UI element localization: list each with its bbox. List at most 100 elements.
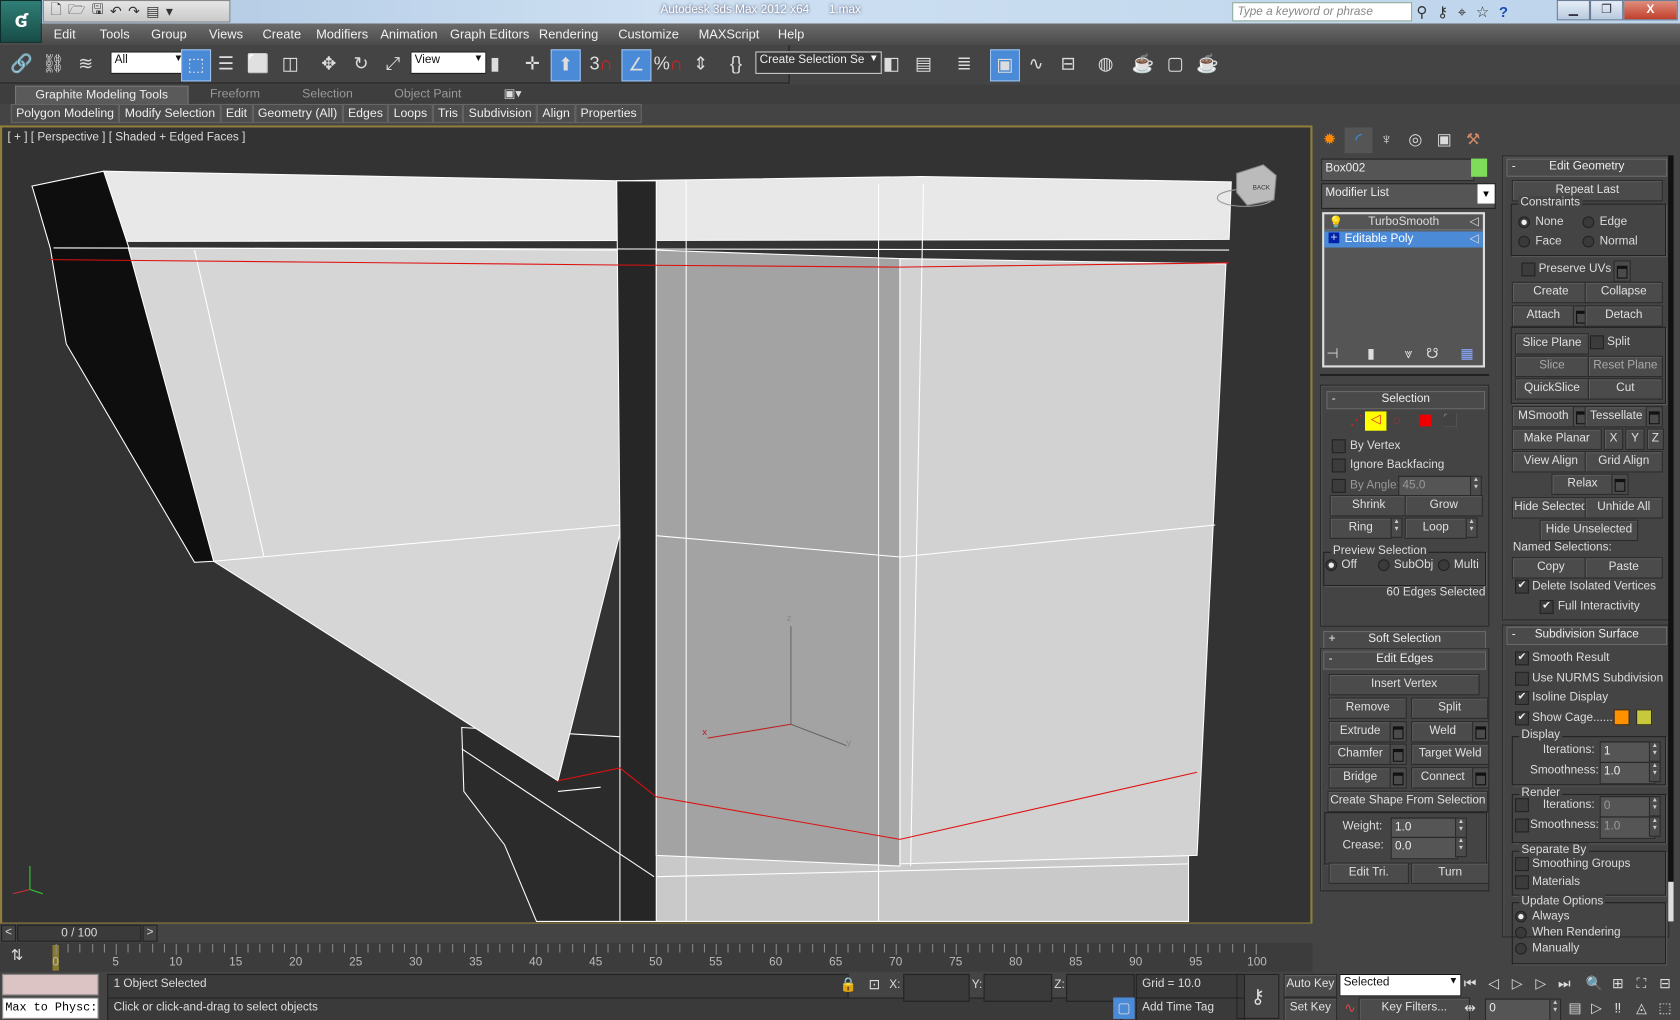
panel-align[interactable]: Align [537, 103, 576, 124]
y-coordinate-field[interactable] [983, 973, 1053, 1002]
panel-tris[interactable]: Tris [432, 103, 464, 124]
rotate-icon[interactable]: ↻ [347, 49, 375, 79]
selection-filter-dropdown[interactable]: All ▼ [110, 51, 187, 74]
update-always-radio[interactable] [1515, 910, 1527, 923]
undo-icon[interactable]: ↶ [110, 3, 122, 20]
key-icon[interactable]: ⚷ [1437, 3, 1448, 21]
named-selection-dropdown[interactable]: Create Selection Se ▼ [755, 51, 882, 74]
cut-button[interactable]: Cut [1587, 378, 1663, 400]
scale-icon[interactable]: ⤢ [379, 49, 407, 79]
ring-spinner[interactable]: ▲ ▼ [1390, 517, 1403, 538]
menu-create[interactable]: Create [263, 27, 302, 42]
menu-rendering[interactable]: Rendering [539, 27, 598, 42]
render-smoothness-field[interactable]: 1.0 [1599, 816, 1656, 839]
crease-field[interactable]: 0.0 [1390, 836, 1459, 860]
tessellate-settings-icon[interactable] [1645, 406, 1663, 428]
tab-selection[interactable]: Selection [302, 86, 353, 104]
save-icon[interactable]: 🖫 [92, 0, 104, 23]
create-button[interactable]: Create [1511, 281, 1591, 304]
previous-key-icon[interactable]: ◁ [1483, 973, 1504, 994]
panel-geometry-all[interactable]: Geometry (All) [252, 103, 343, 124]
rectangular-selection-icon[interactable]: ⬜ [244, 49, 272, 79]
minimize-button[interactable]: ▁ [1556, 0, 1590, 21]
time-slider[interactable]: < 0 / 100 > [0, 923, 1313, 943]
lock-selection-icon[interactable]: 🔒 [838, 974, 859, 995]
render-iterations-spinner[interactable]: ▲ ▼ [1648, 796, 1661, 817]
polygon-mode-icon[interactable] [1419, 414, 1432, 427]
attach-button[interactable]: Attach [1511, 305, 1576, 327]
utilities-tab-icon[interactable]: ⚒ [1459, 128, 1487, 154]
constraint-edge-radio[interactable] [1582, 216, 1595, 229]
relax-settings-icon[interactable] [1611, 473, 1629, 496]
material-editor-icon[interactable]: ◍ [1092, 49, 1120, 79]
chamfer-button[interactable]: Chamfer [1328, 743, 1392, 766]
time-slider-thumb[interactable]: 0 / 100 [17, 924, 142, 942]
mirror-icon[interactable]: ◧ [878, 49, 906, 79]
insert-vertex-button[interactable]: Insert Vertex [1328, 673, 1480, 696]
key-filters-button[interactable]: Key Filters... [1358, 997, 1471, 1020]
remove-button[interactable]: Remove [1328, 697, 1407, 719]
walk-through-icon[interactable]: ‼ [1607, 998, 1628, 1019]
hierarchy-tab-icon[interactable]: ♆ [1373, 128, 1401, 154]
by-vertex-checkbox[interactable] [1331, 439, 1346, 454]
unlink-icon[interactable]: ⛓ [40, 49, 68, 79]
angle-spinner[interactable]: ▲ ▼ [1470, 475, 1482, 497]
field-of-view-icon[interactable]: ▷ [1586, 998, 1607, 1019]
menu-group[interactable]: Group [151, 27, 187, 42]
tab-object-paint[interactable]: Object Paint [394, 86, 461, 104]
soft-selection-rollout-header[interactable]: + Soft Selection [1323, 631, 1487, 650]
viewport-view-label[interactable]: [ Perspective ] [31, 131, 106, 144]
render-iterations-field[interactable]: 0 [1599, 796, 1656, 819]
copy-button[interactable]: Copy [1511, 557, 1591, 579]
stack-item-turbosmooth[interactable]: 💡 TurboSmooth ◁ [1324, 214, 1483, 231]
render-iterations-checkbox[interactable] [1515, 798, 1529, 813]
panel-edit[interactable]: Edit [220, 103, 253, 124]
time-configuration-icon[interactable]: ▤ [1564, 998, 1585, 1019]
star-icon[interactable]: ☆ [1476, 3, 1489, 21]
zoom-extents-all-icon[interactable]: ⊟ [1654, 973, 1675, 994]
delete-isolated-vertices-checkbox[interactable]: ✔ [1515, 579, 1529, 594]
chamfer-settings-icon[interactable] [1389, 743, 1407, 766]
bind-space-warp-icon[interactable]: ≋ [72, 49, 100, 79]
create-shape-from-selection-button[interactable]: Create Shape From Selection [1327, 790, 1489, 813]
planar-y-button[interactable]: Y [1625, 428, 1645, 451]
reference-coordinate-dropdown[interactable]: View ▼ [410, 51, 487, 74]
view-align-button[interactable]: View Align [1511, 451, 1591, 473]
weld-settings-icon[interactable] [1472, 721, 1490, 743]
viewport-label[interactable]: [ + ] [ Perspective ] [ Shaded + Edged F… [8, 131, 246, 144]
configure-modifier-sets-icon[interactable]: ▦ [1460, 345, 1473, 362]
panel-properties[interactable]: Properties [575, 103, 643, 124]
customize-dropdown-icon[interactable]: ▾ [166, 3, 173, 20]
help-icon[interactable]: ? [1499, 3, 1508, 20]
link-icon[interactable]: 🔗 [8, 49, 36, 79]
grow-button[interactable]: Grow [1404, 495, 1483, 517]
tab-freeform[interactable]: Freeform [210, 86, 260, 104]
application-menu-button[interactable]: ʛ [0, 0, 42, 43]
detach-button[interactable]: Detach [1584, 305, 1663, 327]
restore-button[interactable]: ❐ [1589, 0, 1624, 21]
show-cage-checkbox[interactable]: ✔ [1515, 711, 1529, 726]
maximize-viewport-icon[interactable]: ⬚ [1654, 998, 1675, 1019]
preview-subobj-radio[interactable] [1377, 559, 1390, 572]
open-mini-curve-editor-icon[interactable]: ⇅ [11, 946, 24, 964]
key-mode-toggle-icon[interactable]: ⇹ [1459, 998, 1480, 1019]
constraint-normal-radio[interactable] [1582, 235, 1595, 248]
current-frame-field[interactable]: 0 [1485, 998, 1558, 1020]
zoom-extents-icon[interactable]: ⛶ [1631, 973, 1652, 994]
paste-button[interactable]: Paste [1584, 557, 1663, 579]
panel-subdivision[interactable]: Subdivision [463, 103, 538, 124]
render-production-icon[interactable]: ☕ [1194, 49, 1222, 79]
object-color-swatch[interactable] [1471, 158, 1488, 177]
border-mode-icon[interactable]: ◌ [1393, 413, 1401, 428]
grid-align-button[interactable]: Grid Align [1584, 451, 1663, 473]
orbit-icon[interactable]: ◬ [1631, 998, 1652, 1019]
project-folder-icon[interactable]: ▤ [146, 3, 159, 20]
ignore-backfacing-checkbox[interactable] [1331, 458, 1346, 473]
target-weld-button[interactable]: Target Weld [1411, 743, 1490, 766]
next-frame-button[interactable]: > [142, 924, 158, 942]
slice-plane-button[interactable]: Slice Plane [1515, 333, 1589, 355]
materials-checkbox[interactable] [1515, 875, 1529, 890]
modifier-list-dropdown[interactable]: Modifier List ▼ [1321, 183, 1496, 209]
planar-x-button[interactable]: X [1603, 428, 1624, 451]
menu-tools[interactable]: Tools [100, 27, 130, 42]
